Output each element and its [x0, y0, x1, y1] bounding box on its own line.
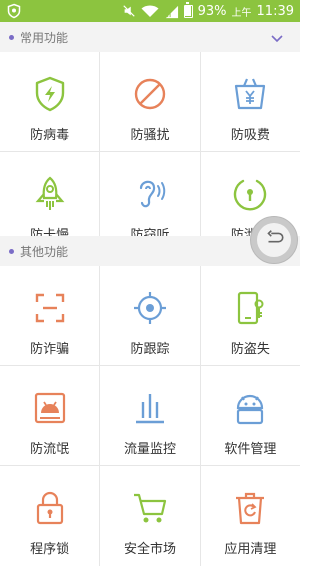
- tile-software-manager[interactable]: 软件管理: [201, 366, 300, 465]
- scan-frame-icon: [30, 288, 70, 328]
- tile-anti-harassment[interactable]: 防骚扰: [100, 52, 201, 151]
- tile-antivirus[interactable]: 防病毒: [0, 52, 101, 151]
- cart-icon: [130, 488, 170, 528]
- section-dot: [9, 248, 14, 254]
- tile-label: 防诈骗: [30, 342, 70, 357]
- back-arrow-icon: [263, 227, 285, 253]
- tile-app-lock[interactable]: 程序锁: [0, 466, 101, 566]
- tile-anti-fraud[interactable]: 防诈骗: [0, 266, 101, 365]
- common-functions-grid: 防病毒 防骚扰 防吸费 防卡慢 防窃听: [0, 52, 300, 252]
- tile-label: 程序锁: [30, 542, 70, 557]
- tile-secure-market[interactable]: 安全市场: [100, 466, 201, 566]
- grid-row: 防流氓 流量监控 软件管理: [0, 366, 300, 466]
- android-icon: [230, 388, 270, 428]
- lock-circle-icon: [230, 174, 270, 214]
- grid-row: 防病毒 防骚扰 防吸费: [0, 52, 300, 152]
- crosshair-icon: [130, 288, 170, 328]
- tile-traffic-monitor[interactable]: 流量监控: [100, 366, 201, 465]
- trash-refresh-icon: [230, 488, 270, 528]
- signal-icon: [164, 4, 179, 19]
- tile-anti-tracking[interactable]: 防跟踪: [100, 266, 201, 365]
- tile-label: 防跟踪: [130, 342, 170, 357]
- section-title: 其他功能: [20, 244, 69, 259]
- mute-icon: [122, 4, 136, 18]
- android-box-icon: [30, 388, 70, 428]
- tile-anti-fee[interactable]: 防吸费: [201, 52, 300, 151]
- floating-back-button[interactable]: [250, 216, 298, 264]
- shield-notification-icon: [6, 3, 22, 19]
- tile-label: 防病毒: [30, 128, 70, 143]
- padlock-icon: [30, 488, 70, 528]
- chevron-down-icon[interactable]: [270, 30, 284, 44]
- status-bar: 93% 上午 11:39: [0, 0, 300, 22]
- tile-label: 防吸费: [230, 128, 270, 143]
- ear-icon: [130, 174, 170, 214]
- block-icon: [130, 74, 170, 114]
- battery-icon: [183, 2, 193, 18]
- clock-time: 11:39: [256, 3, 294, 19]
- shield-bolt-icon: [30, 74, 70, 114]
- clock-ampm: 上午: [231, 7, 252, 19]
- tile-label: 防盗失: [230, 342, 270, 357]
- tile-label: 防骚扰: [130, 128, 170, 143]
- yuan-basket-icon: [230, 74, 270, 114]
- section-title: 常用功能: [20, 30, 69, 45]
- tile-label: 安全市场: [123, 542, 176, 557]
- grid-row: 程序锁 安全市场 应用清理: [0, 466, 300, 566]
- tile-app-cleanup[interactable]: 应用清理: [201, 466, 300, 566]
- tile-anti-rogue[interactable]: 防流氓: [0, 366, 101, 465]
- back-button-inner: [257, 223, 291, 257]
- rocket-icon: [30, 174, 70, 214]
- wifi-icon: [141, 4, 159, 18]
- bars-icon: [130, 388, 170, 428]
- tile-label: 流量监控: [123, 442, 176, 457]
- grid-row: 防诈骗 防跟踪 防盗失: [0, 266, 300, 366]
- tile-label: 软件管理: [224, 442, 277, 457]
- battery-percent: 93%: [197, 3, 227, 19]
- phone-key-icon: [230, 288, 270, 328]
- tile-label: 应用清理: [224, 542, 277, 557]
- section-header-common: 常用功能: [0, 22, 300, 53]
- other-functions-grid: 防诈骗 防跟踪 防盗失 防流氓 流量监控 软件管理 程序锁 安全市场 应用清理: [0, 266, 300, 566]
- tile-label: 防流氓: [30, 442, 70, 457]
- tile-anti-theft[interactable]: 防盗失: [201, 266, 300, 365]
- section-dot: [9, 34, 14, 40]
